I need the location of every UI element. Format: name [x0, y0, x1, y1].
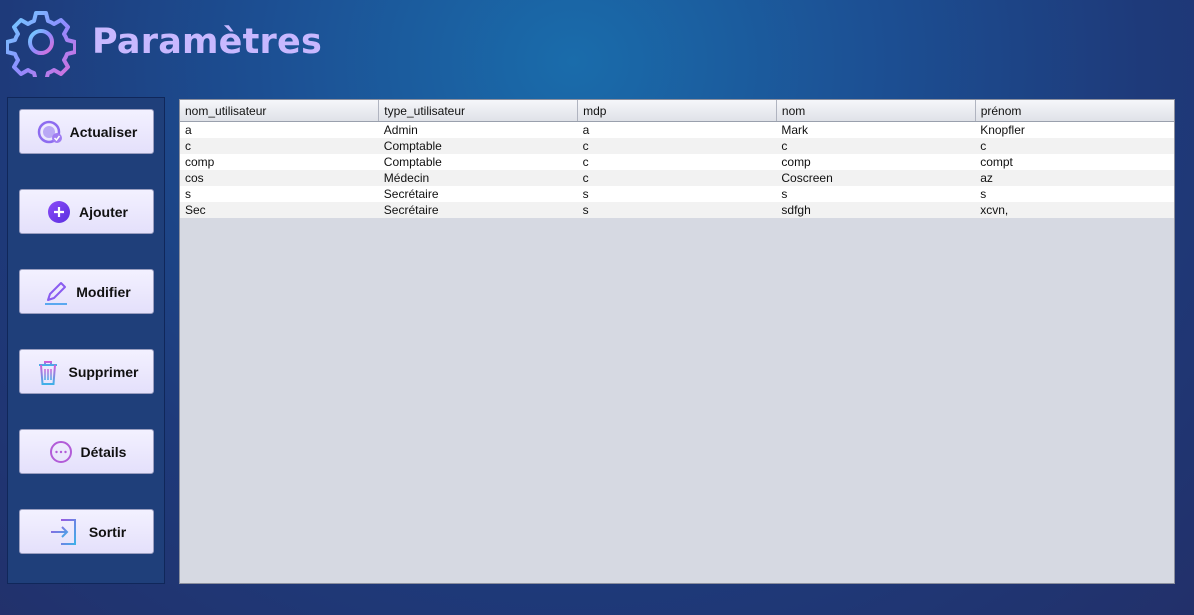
plus-circle-icon: [45, 198, 73, 226]
table-cell: Mark: [776, 121, 976, 138]
table-row[interactable]: s Secrétaire s s s: [180, 186, 1174, 202]
sidebar: Actualiser Ajouter Modifier Supprimer Dé…: [7, 97, 165, 584]
table-cell: comp: [180, 154, 379, 170]
table-row[interactable]: c Comptable c c c: [180, 138, 1174, 154]
table-cell: c: [577, 138, 777, 154]
table-row[interactable]: Sec Secrétaire s sdfgh xcvn,: [180, 202, 1174, 218]
details-label: Détails: [80, 443, 127, 460]
table-cell: Comptable: [378, 138, 578, 154]
page-title: Paramètres: [92, 22, 322, 62]
table-cell: az: [975, 170, 1174, 186]
supprimer-label: Supprimer: [68, 363, 139, 380]
table-cell: Comptable: [378, 154, 578, 170]
details-button[interactable]: Détails: [19, 429, 154, 474]
table-cell: compt: [975, 154, 1174, 170]
modifier-button[interactable]: Modifier: [19, 269, 154, 314]
supprimer-button[interactable]: Supprimer: [19, 349, 154, 394]
table-cell: Knopfler: [975, 121, 1174, 138]
table-cell: s: [975, 186, 1174, 202]
table-cell: c: [776, 138, 976, 154]
table-row[interactable]: a Admin a Mark Knopfler: [180, 121, 1174, 138]
table-cell: a: [180, 121, 379, 138]
table-cell: Sec: [180, 202, 379, 218]
ajouter-button[interactable]: Ajouter: [19, 189, 154, 234]
column-header[interactable]: mdp: [577, 100, 777, 122]
table-cell: xcvn,: [975, 202, 1174, 218]
table-cell: Coscreen: [776, 170, 976, 186]
table-row[interactable]: cos Médecin c Coscreen az: [180, 170, 1174, 186]
column-header[interactable]: prénom: [975, 100, 1174, 122]
table-cell: cos: [180, 170, 379, 186]
sortir-button[interactable]: Sortir: [19, 509, 154, 554]
table-cell: s: [577, 202, 777, 218]
table-cell: Secrétaire: [378, 186, 578, 202]
table-cell: c: [577, 154, 777, 170]
more-dots-icon: [47, 438, 75, 466]
exit-icon: [47, 514, 83, 550]
table-header-row: nom_utilisateur type_utilisateur mdp nom…: [180, 100, 1174, 122]
gear-icon: [6, 7, 76, 77]
table-cell: c: [577, 170, 777, 186]
ajouter-label: Ajouter: [79, 203, 128, 220]
users-table-panel: nom_utilisateur type_utilisateur mdp nom…: [179, 99, 1175, 584]
table-cell: s: [577, 186, 777, 202]
column-header[interactable]: type_utilisateur: [378, 100, 579, 122]
table-cell: Médecin: [378, 170, 578, 186]
table-cell: Secrétaire: [378, 202, 578, 218]
column-header[interactable]: nom_utilisateur: [180, 100, 380, 122]
table-cell: comp: [776, 154, 976, 170]
modifier-label: Modifier: [76, 283, 131, 300]
users-table: nom_utilisateur type_utilisateur mdp nom…: [180, 100, 1174, 218]
table-cell: c: [975, 138, 1174, 154]
trash-icon: [34, 358, 62, 386]
refresh-clock-icon: [36, 118, 64, 146]
table-cell: s: [180, 186, 379, 202]
actualiser-button[interactable]: Actualiser: [19, 109, 154, 154]
table-cell: a: [577, 121, 777, 138]
sortir-label: Sortir: [88, 523, 127, 540]
table-cell: s: [776, 186, 976, 202]
actualiser-label: Actualiser: [69, 123, 138, 140]
table-cell: c: [180, 138, 379, 154]
header: Paramètres: [6, 6, 322, 78]
pencil-icon: [42, 278, 70, 306]
table-row[interactable]: comp Comptable c comp compt: [180, 154, 1174, 170]
table-cell: Admin: [378, 121, 578, 138]
table-cell: sdfgh: [776, 202, 976, 218]
column-header[interactable]: nom: [776, 100, 976, 122]
